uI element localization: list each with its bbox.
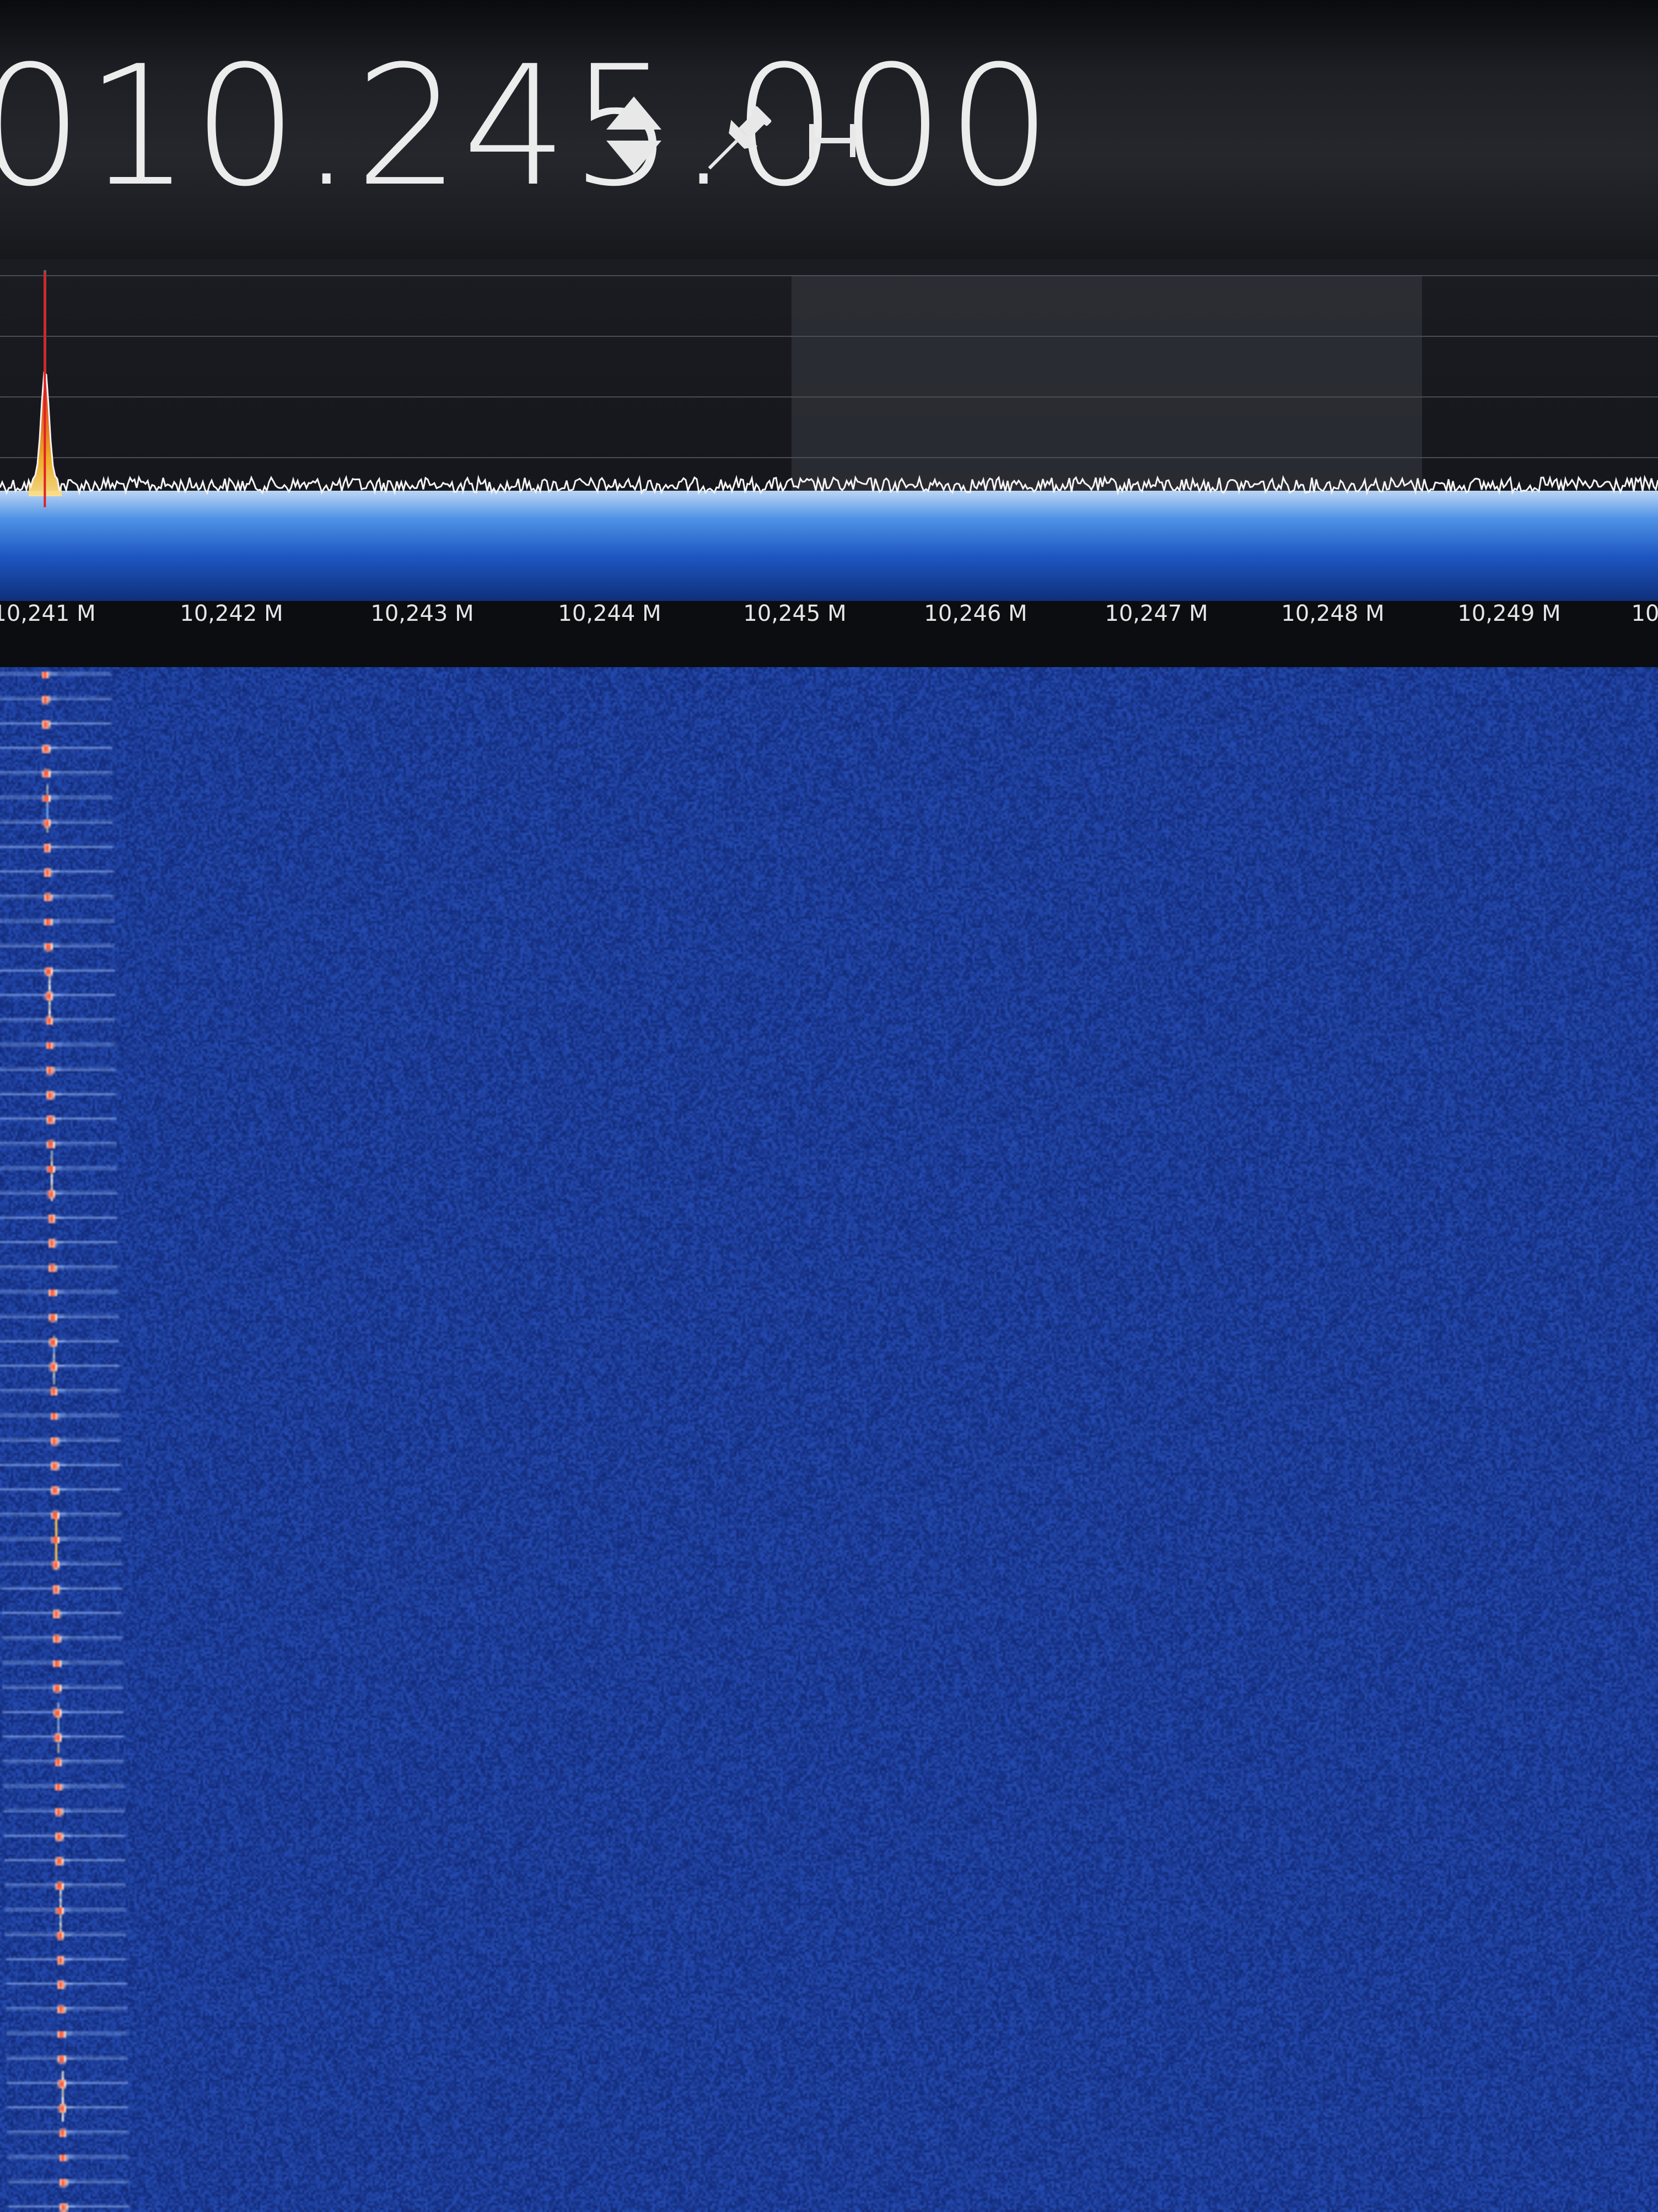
vfo-toolbar: 010.245.000 — [0, 0, 1658, 259]
tick-label: 10,248 M — [1281, 601, 1385, 626]
waterfall-display[interactable] — [0, 667, 1658, 2212]
pin-icon[interactable] — [697, 99, 777, 182]
tick-label: 10,249 M — [1457, 601, 1561, 626]
noise-floor-band — [0, 491, 1658, 601]
tick-label: 10,243 M — [370, 601, 474, 626]
up-down-arrows-icon[interactable] — [601, 94, 667, 176]
tick-label: 10,247 M — [1105, 601, 1208, 626]
fft-spectrum-plot[interactable] — [0, 259, 1658, 601]
tick-label: 10,241 M — [0, 601, 96, 626]
passband-shading — [792, 276, 1422, 507]
tick-label: 10,245 M — [743, 601, 847, 626]
tick-label: 10 — [1631, 601, 1658, 626]
tick-label: 10,242 M — [180, 601, 283, 626]
span-icon[interactable] — [805, 116, 860, 165]
frequency-display[interactable]: 010.245.000 — [0, 33, 1054, 221]
tick-label: 10,244 M — [558, 601, 661, 626]
tick-label: 10,246 M — [924, 601, 1027, 626]
